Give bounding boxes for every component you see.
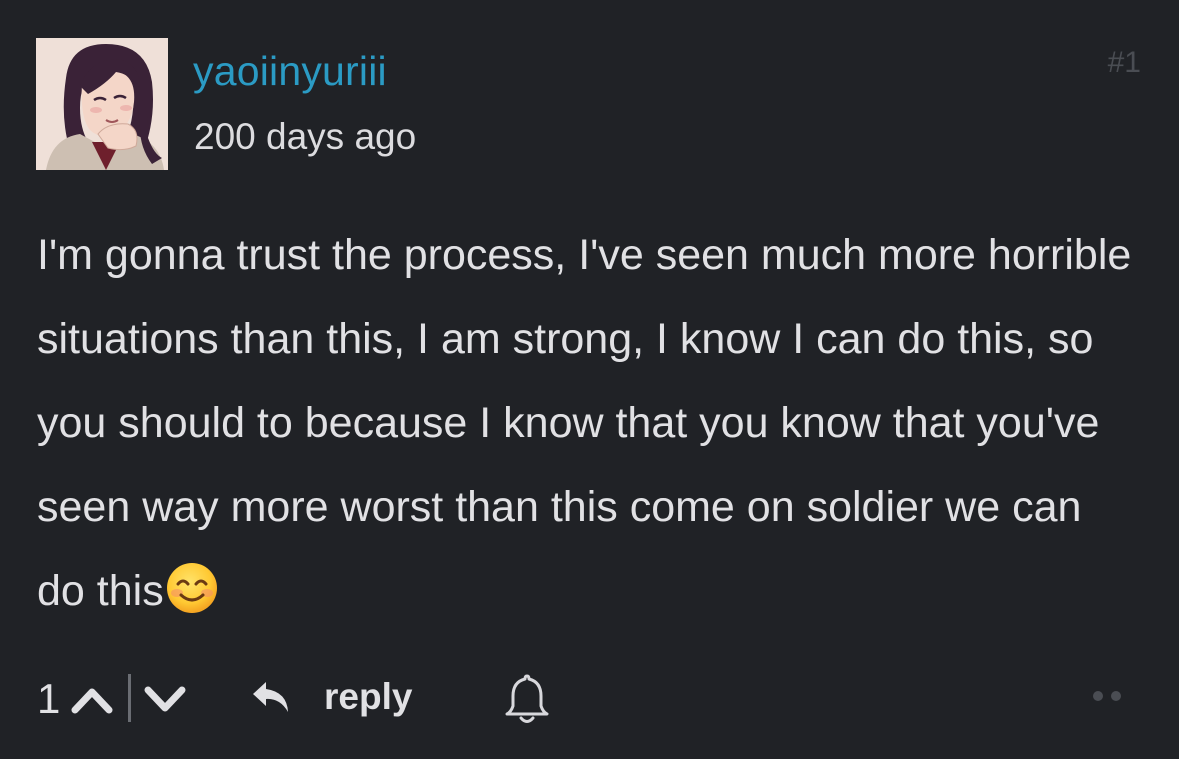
avatar-image xyxy=(36,38,168,170)
more-dots-icon[interactable] xyxy=(1088,688,1128,704)
reply-arrow-icon[interactable] xyxy=(250,678,292,716)
comment-body-text: I'm gonna trust the process, I've seen m… xyxy=(37,231,1132,615)
username[interactable]: yaoiinyuriii xyxy=(193,51,387,92)
chevron-down-icon[interactable] xyxy=(142,682,188,716)
vote-divider xyxy=(128,674,131,722)
avatar[interactable] xyxy=(36,38,168,170)
comment-number: #1 xyxy=(1107,46,1141,79)
comment-body: I'm gonna trust the process, I've seen m… xyxy=(37,213,1137,633)
chevron-up-icon[interactable] xyxy=(69,682,115,716)
reply-button[interactable]: reply xyxy=(324,678,412,715)
bell-icon[interactable] xyxy=(503,670,551,726)
timestamp: 200 days ago xyxy=(194,116,417,157)
comment-card: yaoiinyuriii 200 days ago #1 I'm gonna t… xyxy=(0,0,1179,759)
comment-actions: 1 reply xyxy=(0,660,1179,736)
vote-count: 1 xyxy=(37,675,61,722)
smiling-face-emoji-icon xyxy=(166,563,217,613)
